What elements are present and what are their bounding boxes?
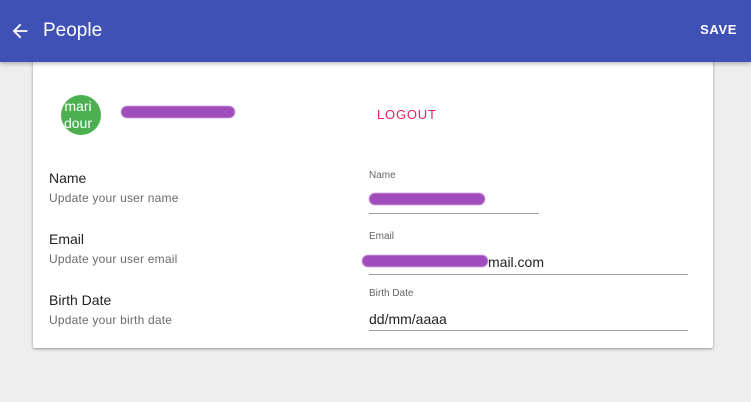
- arrow-back-icon: [12, 23, 28, 39]
- name-field-label: Name: [369, 170, 396, 181]
- name-row-subtitle: Update your user name: [49, 191, 179, 205]
- redacted-email-value: [362, 255, 488, 267]
- email-visible-suffix: mail.com: [488, 254, 545, 270]
- birth-date-row-title: Birth Date: [49, 292, 112, 308]
- birth-date-field-label: Birth Date: [369, 288, 414, 299]
- logout-button[interactable]: LOGOUT: [377, 107, 437, 123]
- app-bar: People SAVE: [0, 0, 751, 62]
- name-row-title: Name: [49, 170, 87, 186]
- avatar-text-line2: dour: [63, 115, 93, 131]
- birth-date-row-subtitle: Update your birth date: [49, 313, 173, 327]
- page-title: People: [43, 20, 103, 41]
- back-button[interactable]: [6, 17, 34, 45]
- email-field-label: Email: [369, 231, 395, 242]
- save-button[interactable]: SAVE: [700, 22, 737, 38]
- avatar-text-line1: mari: [64, 98, 92, 114]
- avatar: mari dour: [61, 95, 101, 135]
- profile-card: mari dour LOGOUT Name Update your user n…: [33, 58, 713, 348]
- email-row-title: Email: [49, 231, 85, 247]
- redacted-username: [121, 106, 235, 118]
- email-row-subtitle: Update your user email: [49, 252, 178, 266]
- redacted-name-value: [369, 193, 485, 205]
- birth-date-field[interactable]: [369, 308, 688, 331]
